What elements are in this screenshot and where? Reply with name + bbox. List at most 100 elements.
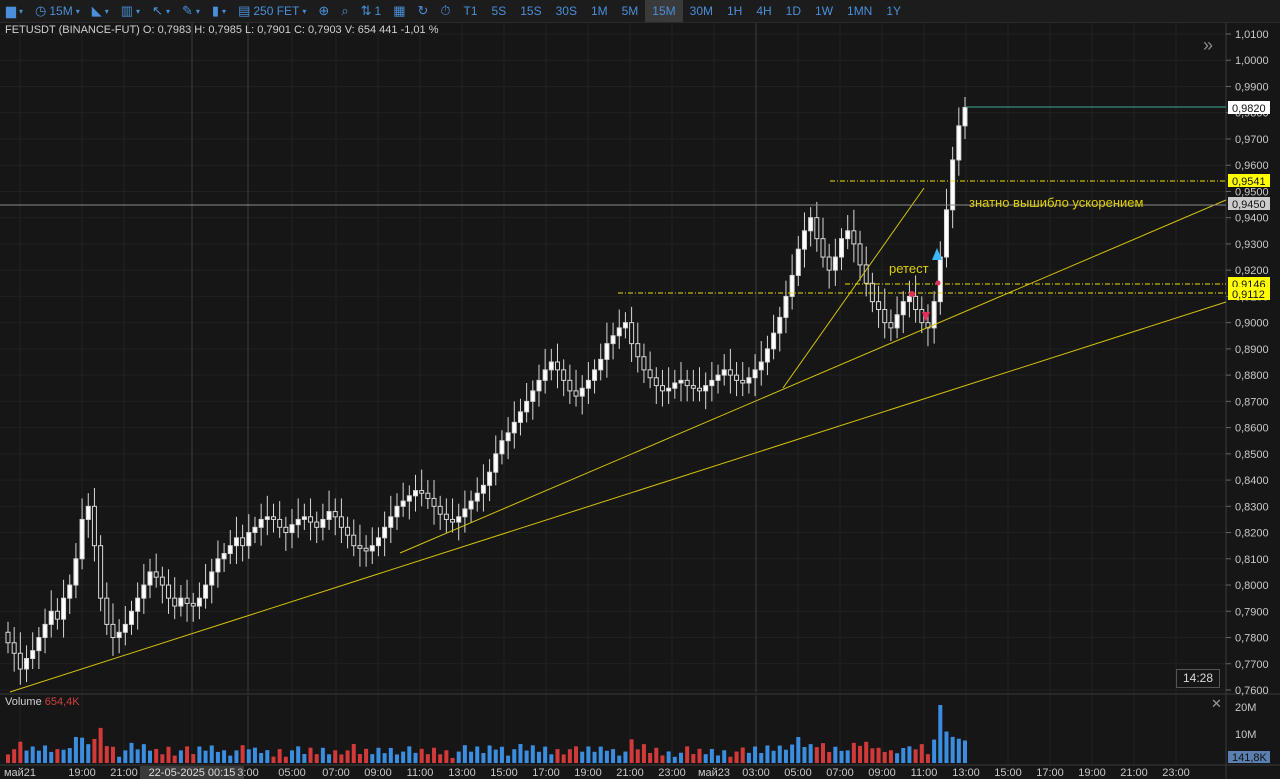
time-tick-label: 23:00: [1162, 767, 1190, 779]
candle-body: [215, 558, 221, 573]
price-tick-label: 0,9400: [1235, 213, 1269, 225]
sell-marker-icon: [935, 280, 941, 286]
volume-bar: [629, 739, 634, 763]
timeframe-15s[interactable]: 15S: [513, 0, 548, 22]
annotation-text[interactable]: знатно вышибло ускорением: [969, 195, 1143, 210]
timeframe-5s[interactable]: 5S: [485, 0, 514, 22]
toolbar-chart-type-button[interactable]: ◣ ▾: [86, 0, 115, 22]
price-tag-label: 0,9450: [1232, 199, 1266, 211]
toolbar-instrument-label: 250 FET: [253, 4, 300, 18]
candle-body: [876, 301, 882, 311]
candle-body: [443, 513, 449, 520]
candle-body: [845, 230, 851, 240]
toolbar-instrument-button[interactable]: ▤ 250 FET ▾: [232, 0, 312, 22]
candle-body: [480, 484, 486, 494]
toolbar-folder-button[interactable]: ▆ ▾: [0, 0, 29, 22]
candle-body: [814, 217, 820, 240]
toolbar-search-button[interactable]: ⌕: [335, 0, 354, 22]
candle-body: [270, 516, 276, 520]
volume-bar: [802, 747, 807, 763]
price-tick-label: 0,9000: [1235, 318, 1269, 330]
toolbar-refresh-button[interactable]: ↻: [411, 0, 434, 22]
close-volume-icon[interactable]: ✕: [1211, 696, 1222, 712]
candle-body: [906, 295, 912, 303]
timeframe-t1[interactable]: T1: [457, 0, 485, 22]
candle-body: [579, 387, 585, 397]
volume-bar: [228, 755, 233, 763]
price-tag-label: 0,9541: [1232, 176, 1266, 188]
volume-bar: [932, 739, 937, 763]
toolbar-sort-button[interactable]: ⇅ 1: [355, 0, 388, 22]
trendline[interactable]: [399, 199, 1227, 554]
volume-bar: [30, 746, 35, 763]
timeframe-1m[interactable]: 1M: [584, 0, 615, 22]
candle-body: [42, 623, 48, 639]
candle-body: [666, 387, 672, 392]
time-tick-label: 05:00: [784, 767, 812, 779]
volume-bar: [444, 750, 449, 763]
toolbar-calendar-button[interactable]: ▦: [387, 0, 411, 22]
timeframe-1y[interactable]: 1Y: [879, 0, 908, 22]
candle-body: [61, 597, 67, 620]
timeframe-30s[interactable]: 30S: [549, 0, 584, 22]
candle-body: [839, 238, 845, 258]
candle-body: [141, 584, 147, 599]
candle-body: [73, 558, 79, 586]
candle-body: [221, 553, 227, 560]
timeframe-1w[interactable]: 1W: [808, 0, 840, 22]
volume-bar: [956, 738, 961, 763]
toolbar-layout-button[interactable]: ▥ ▾: [115, 0, 146, 22]
volume-bar: [907, 746, 912, 763]
volume-bar: [376, 747, 381, 763]
timeframe-15m[interactable]: 15M: [645, 0, 683, 22]
price-tick-label: 0,9900: [1235, 81, 1269, 93]
toolbar-zoom-button[interactable]: ⊕: [312, 0, 335, 22]
volume-bar: [925, 754, 930, 763]
collapse-panel-icon[interactable]: »: [1203, 35, 1213, 56]
chevron-down-icon: ▾: [195, 6, 200, 16]
timeframe-selector: T1 5S 15S 30S 1M 5M 15M 30M 1H 4H 1D 1W 1MN 1Y: [457, 0, 909, 22]
annotation-text[interactable]: ретест: [889, 261, 929, 276]
timeframe-30m[interactable]: 30M: [683, 0, 720, 22]
timeframe-1mn[interactable]: 1MN: [840, 0, 879, 22]
toolbar-interval-button[interactable]: ◷ 15M ▾: [29, 0, 86, 22]
toolbar-cursor-button[interactable]: ↖ ▾: [146, 0, 176, 22]
candle-body: [54, 610, 60, 620]
time-tick-label: 19:00: [574, 767, 602, 779]
volume-value: 654,4K: [44, 696, 80, 708]
volume-bar: [617, 755, 622, 763]
toolbar-timer-button[interactable]: ⏱: [434, 0, 456, 22]
toolbar-draw-button[interactable]: ✎ ▾: [176, 0, 206, 22]
price-chart[interactable]: 1,01001,00000,99000,98000,97000,96000,95…: [0, 23, 1280, 779]
volume-bar: [839, 750, 844, 763]
toolbar-items: ▆ ▾ ◷ 15M ▾ ◣ ▾ ▥ ▾ ↖ ▾ ✎ ▾ ▮ ▾ ▤ 250 FET ▾: [0, 0, 312, 22]
volume-bar: [296, 746, 301, 763]
price-tick-label: 1,0000: [1235, 55, 1269, 67]
candle-body: [542, 369, 548, 381]
volume-bar: [524, 750, 529, 763]
candle-body: [555, 361, 561, 371]
time-tick-label: 07:00: [826, 767, 854, 779]
timeframe-1h[interactable]: 1H: [720, 0, 749, 22]
candle-body: [604, 343, 610, 360]
crosshair-time-label: 22-05-2025 00:15: [149, 767, 236, 779]
candle-body: [338, 516, 344, 528]
time-tick-label: 09:00: [868, 767, 896, 779]
volume-bar: [36, 750, 41, 763]
volume-bar: [746, 752, 751, 763]
timeframe-1d[interactable]: 1D: [779, 0, 808, 22]
ohlcv-values: O: 0,7983 H: 0,7985 L: 0,7901 C: 0,7903 …: [142, 24, 439, 36]
timeframe-4h[interactable]: 4H: [749, 0, 778, 22]
volume-bar: [814, 747, 819, 763]
volume-bar: [574, 746, 579, 763]
price-tick-label: 0,9700: [1235, 134, 1269, 146]
candle-body: [11, 642, 17, 654]
candle-body: [79, 518, 85, 560]
toolbar-indicators-button[interactable]: ▮ ▾: [206, 0, 232, 22]
volume-bars: [6, 705, 967, 763]
price-tick-label: 0,8800: [1235, 370, 1269, 382]
price-tick-label: 0,7700: [1235, 659, 1269, 671]
volume-bar: [882, 751, 887, 763]
symbol-label: FETUSDT (BINANCE-FUT): [5, 24, 140, 36]
timeframe-5m[interactable]: 5M: [615, 0, 646, 22]
